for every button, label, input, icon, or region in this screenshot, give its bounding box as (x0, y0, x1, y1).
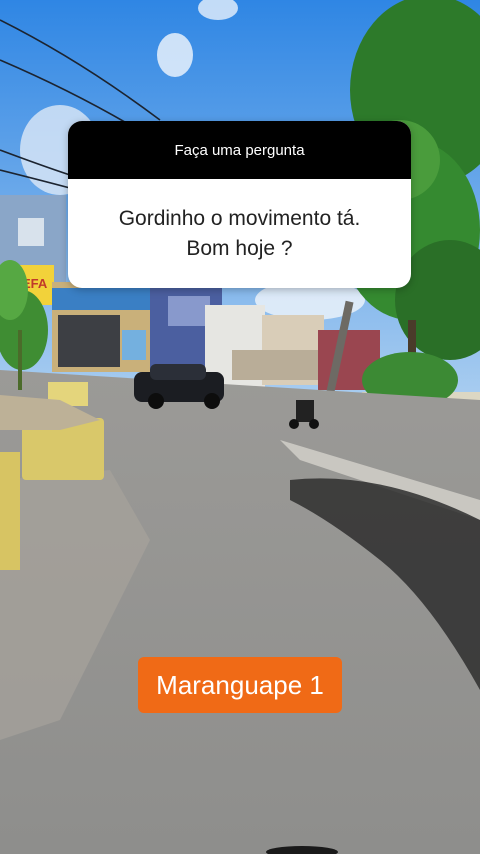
question-text-line-2: Bom hoje ? (186, 236, 293, 260)
location-caption: Maranguape 1 (138, 657, 342, 713)
question-body: Gordinho o movimento tá. Bom hoje ? (68, 179, 411, 288)
question-header: Faça uma pergunta (68, 121, 411, 179)
question-sticker[interactable]: Faça uma pergunta Gordinho o movimento t… (68, 121, 411, 288)
question-text-line-1: Gordinho o movimento tá. (118, 206, 361, 230)
